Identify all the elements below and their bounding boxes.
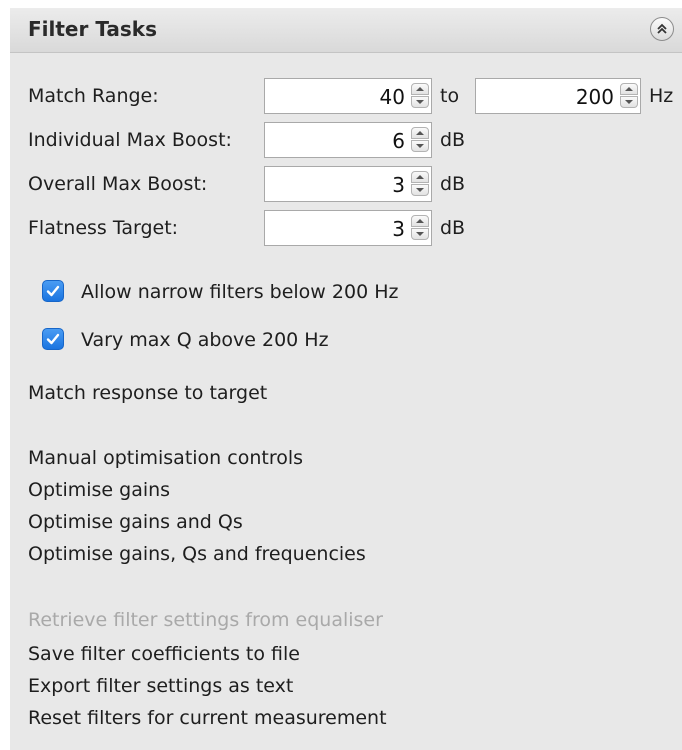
overall-max-boost-label: Overall Max Boost: (28, 173, 208, 195)
panel-title: Filter Tasks (28, 17, 157, 41)
match-response-action[interactable]: Match response to target (28, 382, 267, 404)
match-range-to-spinner[interactable]: 200 (475, 78, 641, 114)
panel-header[interactable]: Filter Tasks (10, 8, 682, 53)
checkmark-icon (46, 333, 60, 345)
match-range-to-label: to (440, 85, 460, 107)
flatness-target-label: Flatness Target: (28, 217, 179, 239)
match-range-to-value[interactable]: 200 (576, 85, 614, 109)
individual-max-boost-value[interactable]: 6 (392, 129, 405, 153)
optimise-gains-qs-frequencies-action[interactable]: Optimise gains, Qs and frequencies (28, 543, 366, 565)
allow-narrow-filters-label[interactable]: Allow narrow filters below 200 Hz (81, 281, 398, 303)
save-filter-coefficients-action[interactable]: Save filter coefficients to file (28, 643, 300, 665)
match-range-to-stepper[interactable] (620, 83, 638, 109)
reset-filters-action[interactable]: Reset filters for current measurement (28, 707, 387, 729)
increment-arrow-icon[interactable] (620, 83, 638, 95)
individual-max-boost-spinner[interactable]: 6 (264, 122, 432, 158)
individual-max-boost-unit: dB (440, 129, 466, 151)
decrement-arrow-icon[interactable] (411, 140, 429, 152)
optimise-gains-action[interactable]: Optimise gains (28, 479, 170, 501)
flatness-target-value[interactable]: 3 (392, 217, 405, 241)
flatness-target-unit: dB (440, 217, 466, 239)
allow-narrow-filters-checkbox[interactable] (42, 280, 64, 302)
export-filter-settings-action[interactable]: Export filter settings as text (28, 675, 293, 697)
optimise-gains-qs-action[interactable]: Optimise gains and Qs (28, 511, 243, 533)
match-range-from-spinner[interactable]: 40 (264, 78, 432, 114)
match-range-from-stepper[interactable] (411, 83, 429, 109)
match-range-from-value[interactable]: 40 (380, 85, 405, 109)
decrement-arrow-icon[interactable] (411, 184, 429, 196)
overall-max-boost-stepper[interactable] (411, 171, 429, 197)
overall-max-boost-spinner[interactable]: 3 (264, 166, 432, 202)
flatness-target-spinner[interactable]: 3 (264, 210, 432, 246)
manual-optimisation-controls-action[interactable]: Manual optimisation controls (28, 447, 303, 469)
individual-max-boost-stepper[interactable] (411, 127, 429, 153)
retrieve-filter-settings-action: Retrieve filter settings from equaliser (28, 609, 383, 631)
checkmark-icon (46, 285, 60, 297)
flatness-target-stepper[interactable] (411, 215, 429, 241)
decrement-arrow-icon[interactable] (411, 228, 429, 240)
decrement-arrow-icon[interactable] (411, 96, 429, 108)
match-range-unit: Hz (649, 85, 674, 107)
filter-tasks-panel: Filter Tasks Match Range: 40 to 200 Hz I… (10, 8, 682, 750)
increment-arrow-icon[interactable] (411, 83, 429, 95)
decrement-arrow-icon[interactable] (620, 96, 638, 108)
match-range-label: Match Range: (28, 85, 159, 107)
increment-arrow-icon[interactable] (411, 171, 429, 183)
double-chevron-up-icon (657, 23, 667, 34)
increment-arrow-icon[interactable] (411, 215, 429, 227)
overall-max-boost-value[interactable]: 3 (392, 173, 405, 197)
individual-max-boost-label: Individual Max Boost: (28, 129, 232, 151)
overall-max-boost-unit: dB (440, 173, 466, 195)
collapse-button[interactable] (650, 17, 674, 41)
vary-max-q-label[interactable]: Vary max Q above 200 Hz (81, 329, 329, 351)
vary-max-q-checkbox[interactable] (42, 328, 64, 350)
increment-arrow-icon[interactable] (411, 127, 429, 139)
